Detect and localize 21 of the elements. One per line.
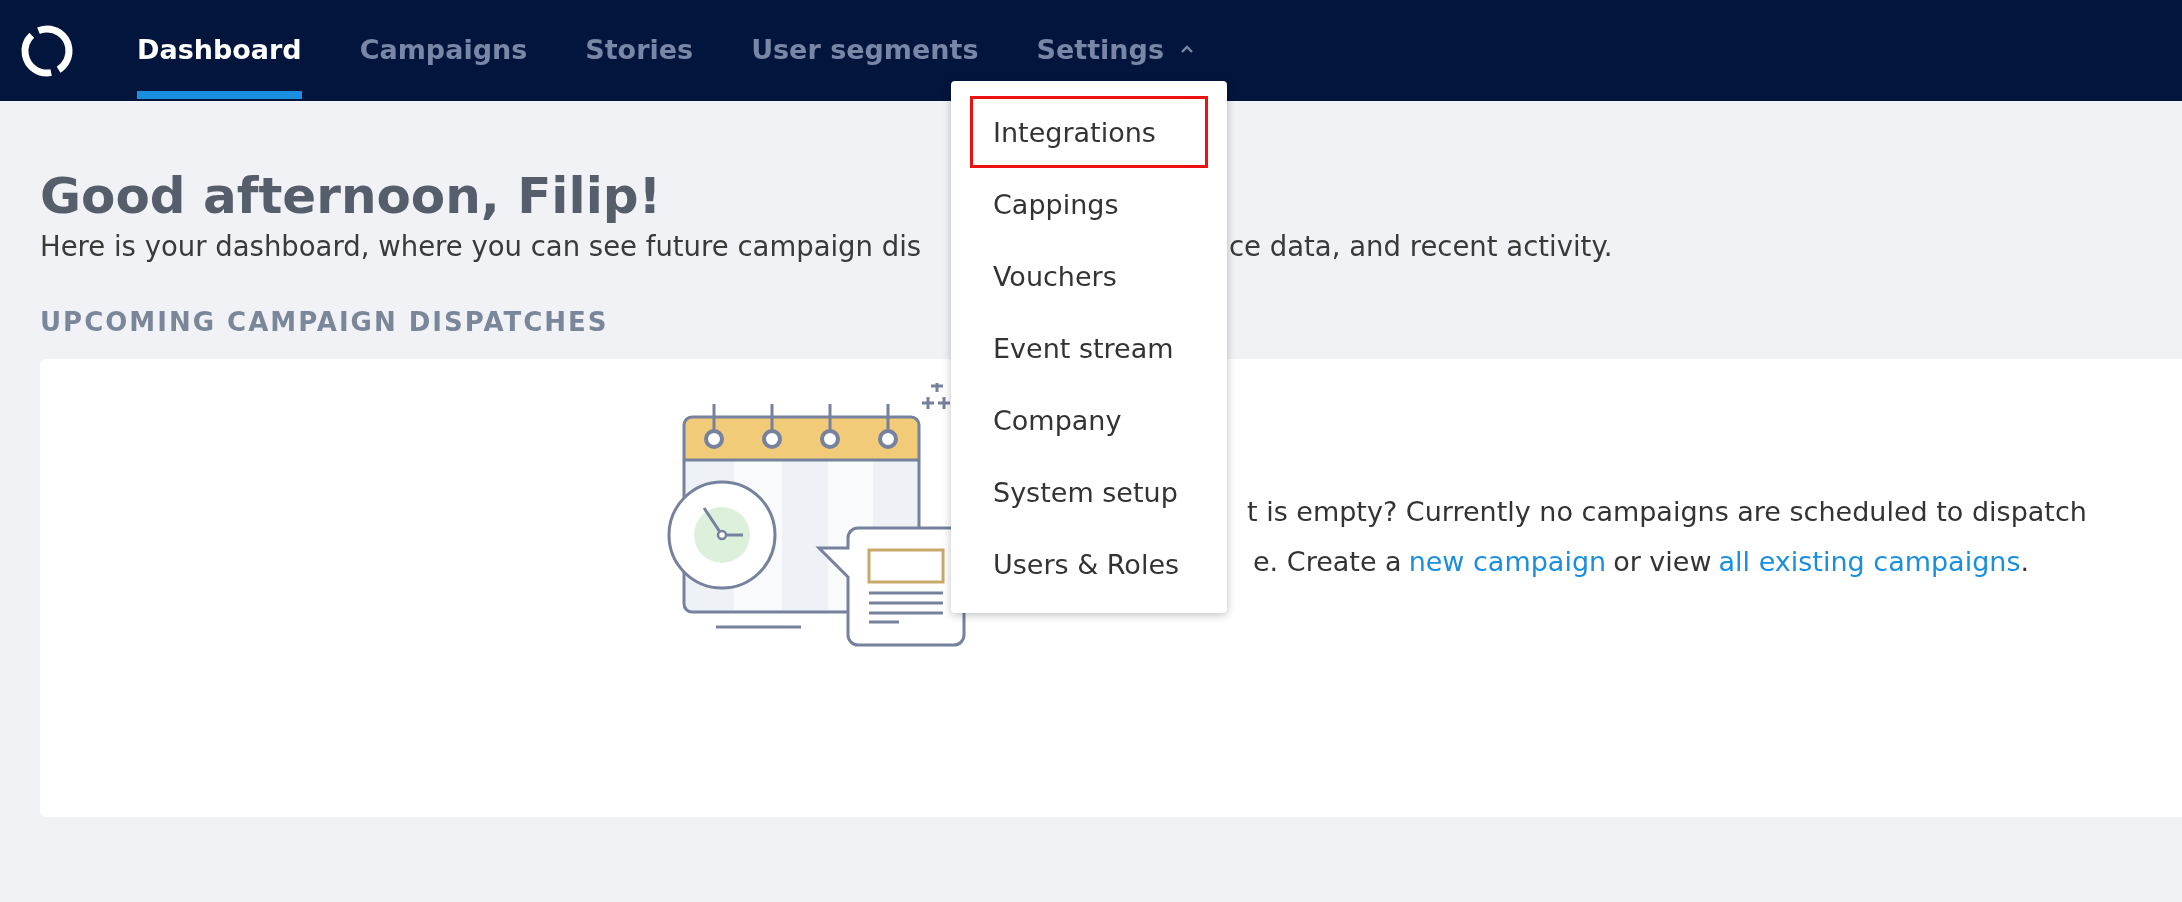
menu-item[interactable]: Event stream bbox=[970, 312, 1208, 384]
intro-text: ce data, and recent activity. bbox=[1229, 229, 1613, 263]
intro-text: Here is your dashboard, where you can see future campaign dis bbox=[40, 229, 923, 263]
nav-tab[interactable]: Dashboard bbox=[137, 0, 302, 99]
menu-item[interactable]: Cappings bbox=[970, 168, 1208, 240]
menu-item[interactable]: System setup bbox=[970, 456, 1208, 528]
section-title: UPCOMING CAMPAIGN DISPATCHES bbox=[40, 307, 610, 337]
caret-icon bbox=[1179, 45, 1194, 54]
empty-state-text: t is empty? Currently no campaigns are scheduled to dispatch bbox=[1246, 495, 2087, 529]
menu-item[interactable]: Company bbox=[970, 384, 1208, 456]
menu-item[interactable]: Vouchers bbox=[970, 240, 1208, 312]
greeting-heading: Good afternoon, Filip! bbox=[40, 166, 662, 227]
empty-state-text: e. Create a bbox=[1253, 545, 1402, 579]
nav-tab[interactable]: User segments bbox=[751, 0, 979, 99]
menu-item[interactable]: Integrations bbox=[970, 96, 1208, 168]
ring-logo-icon[interactable] bbox=[19, 22, 75, 79]
empty-state-text: or view bbox=[1613, 545, 1712, 579]
menu-item[interactable]: Users & Roles bbox=[970, 528, 1208, 600]
nav-tab[interactable]: Campaigns bbox=[359, 0, 528, 99]
nav-tab[interactable]: Stories bbox=[585, 0, 694, 99]
empty-state-text: . bbox=[2020, 545, 2030, 579]
